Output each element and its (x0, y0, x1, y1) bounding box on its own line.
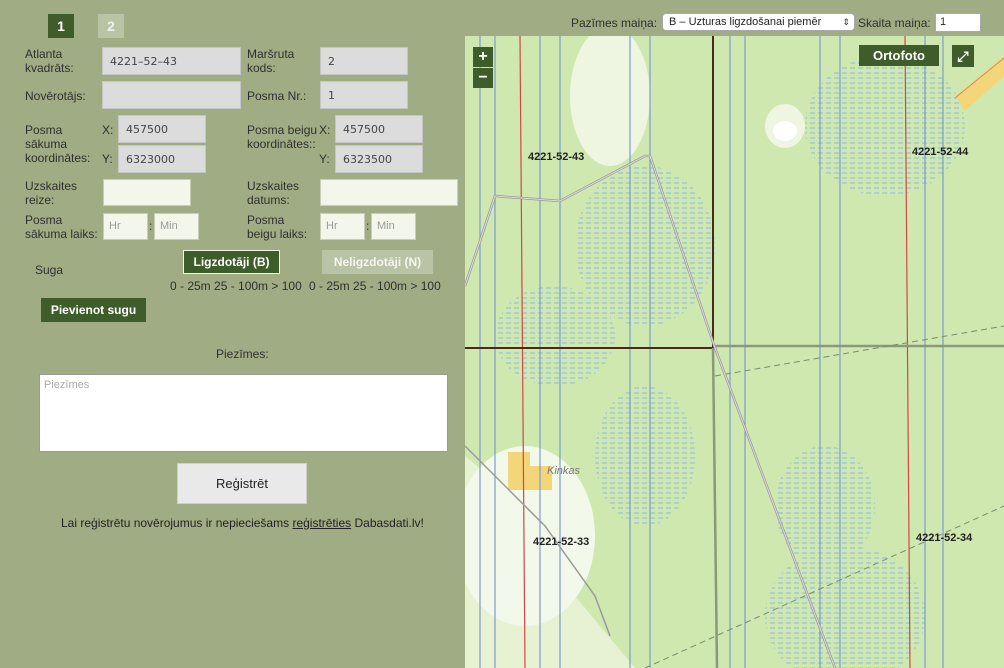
settlement-area (508, 452, 530, 490)
chevron-down-icon: ⇕ (842, 17, 850, 27)
count-date-label: Uzskaites datums: (247, 179, 300, 207)
clearing (773, 121, 797, 141)
start-hour-input[interactable]: Hr (103, 213, 148, 240)
place-label: Kinkas (547, 465, 581, 477)
end-y-label: Y: (319, 152, 330, 166)
nesting-ranges: 0 - 25m 25 - 100m > 100 (170, 279, 302, 293)
atlas-square-label: Atlanta kvadrāts: (25, 47, 74, 75)
symbol-change-value: B – Uzturas ligzdošanai piemēr (669, 16, 822, 28)
register-button[interactable]: Reģistrēt (177, 463, 307, 504)
start-y-label: Y: (102, 152, 113, 166)
section-number-label: Posma Nr.: (247, 89, 307, 103)
atlas-square-field: 4221–52–43 (102, 47, 241, 75)
start-x-field: 457500 (118, 115, 206, 143)
end-x-label: X: (319, 123, 331, 137)
nesting-button[interactable]: Ligzdotāji (B) (183, 250, 280, 274)
end-coordinates-label: Posma beigu koordinātes:: (247, 123, 318, 151)
start-time-separator: : (149, 219, 153, 233)
register-link[interactable]: reģistrēties (292, 516, 351, 530)
count-change-input[interactable]: 1 (935, 13, 981, 32)
grid-label-33: 4221-52-33 (533, 536, 590, 548)
register-message-suffix: Dabasdati.lv! (351, 516, 424, 530)
symbol-change-label: Pazīmes maiņa: (571, 16, 658, 30)
end-x-field: 457500 (335, 115, 423, 143)
end-minute-input[interactable]: Min (371, 213, 416, 240)
tab-1[interactable]: 1 (48, 14, 74, 38)
map-canvas[interactable] (465, 36, 1004, 668)
start-y-field: 6323000 (118, 145, 206, 173)
register-message-text: Lai reģistrētu novērojumus ir nepiecieša… (61, 516, 293, 530)
grid-label-44: 4221-52-44 (912, 146, 969, 158)
end-time-separator: : (366, 219, 370, 233)
non-nesting-ranges: 0 - 25m 25 - 100m > 100 (309, 279, 441, 293)
notes-textarea[interactable]: Piezīmes (39, 374, 448, 452)
start-time-label: Posma sākuma laiks: (25, 213, 98, 241)
zoom-in-button[interactable]: + (473, 47, 493, 67)
end-y-field: 6323500 (335, 145, 423, 173)
start-x-label: X: (102, 123, 114, 137)
observer-field (102, 81, 241, 109)
wetland-area (495, 286, 615, 386)
count-change-label: Skaita maiņa: (858, 16, 931, 30)
observer-label: Novērotājs: (25, 89, 86, 103)
add-species-button[interactable]: Pievienot sugu (41, 298, 146, 322)
route-code-field: 2 (320, 47, 408, 75)
ortofoto-button[interactable]: Ortofoto (859, 45, 939, 66)
end-time-label: Posma beigu laiks: (247, 213, 308, 241)
grid-label-43: 4221-52-43 (528, 151, 585, 163)
end-hour-input[interactable]: Hr (320, 213, 365, 240)
tab-2[interactable]: 2 (98, 14, 124, 38)
map-view[interactable]: 4221-52-43 4221-52-44 4221-52-33 4221-52… (465, 36, 1004, 668)
zoom-out-button[interactable]: − (473, 68, 493, 88)
section-number-field: 1 (320, 81, 408, 109)
species-label: Suga (35, 263, 64, 277)
grid-label-34: 4221-52-34 (916, 532, 973, 544)
start-coordinates-label: Posma sākuma koordinātes: (25, 123, 91, 165)
start-minute-input[interactable]: Min (154, 213, 199, 240)
count-time-label: Uzskaites reize: (25, 179, 78, 207)
register-message: Lai reģistrētu novērojumus ir nepiecieša… (61, 516, 424, 530)
wetland-area (595, 386, 695, 526)
count-date-input[interactable] (320, 179, 458, 206)
notes-label: Piezīmes: (216, 347, 269, 361)
non-nesting-button[interactable]: Neligzdotāji (N) (322, 250, 433, 274)
count-time-input[interactable] (103, 179, 191, 206)
route-code-label: Maršruta kods: (247, 47, 295, 75)
wetland-area (805, 56, 965, 196)
symbol-change-select[interactable]: B – Uzturas ligzdošanai piemēr ⇕ (662, 13, 855, 31)
expand-icon[interactable]: ⤢ (952, 45, 974, 67)
